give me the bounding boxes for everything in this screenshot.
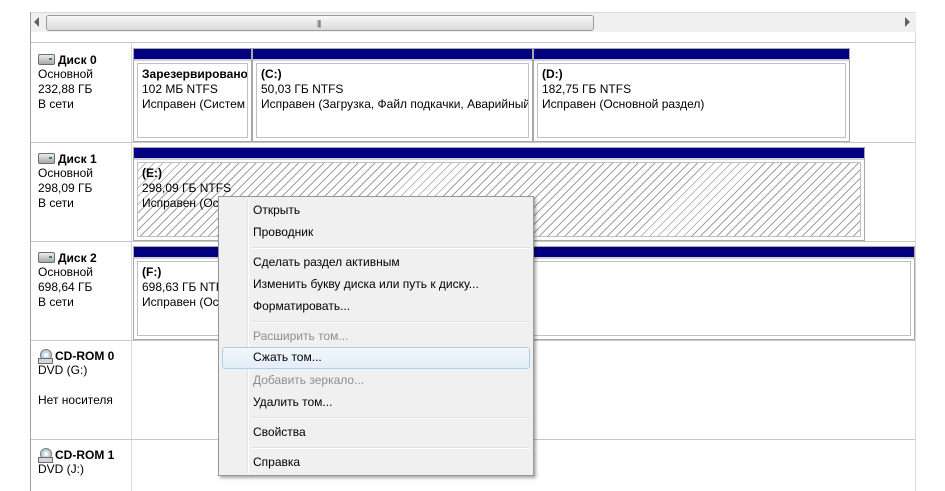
partition-size: 182,75 ГБ NTFS [542, 82, 632, 96]
disk-status: В сети [38, 97, 74, 111]
menu-item-delete-volume[interactable]: Удалить том... [222, 392, 530, 412]
disk-size: 232,88 ГБ [38, 82, 93, 96]
cdrom-media: Нет носителя [38, 393, 113, 407]
partition-reserved[interactable]: Зарезервировано 102 МБ NTFS Исправен (Си… [133, 48, 252, 142]
menu-separator [252, 447, 530, 449]
cdrom-drive: DVD (J:) [38, 462, 84, 476]
menu-separator [252, 247, 530, 249]
disk-type: Основной [38, 166, 94, 180]
disk-1-label[interactable]: Диск 1 Основной 298,09 ГБ В сети [38, 151, 138, 211]
menu-item-mark-active[interactable]: Сделать раздел активным [222, 252, 530, 272]
disk-title: Диск 0 [58, 52, 97, 67]
partition-name: (C:) [261, 67, 282, 81]
disk-type: Основной [38, 67, 94, 81]
cdrom-title: CD-ROM 0 [55, 348, 115, 363]
partition-bar [253, 49, 532, 61]
menu-item-change-drive-letter[interactable]: Изменить букву диска или путь к диску... [222, 274, 530, 294]
disk-size: 698,64 ГБ [38, 280, 93, 294]
cd-drive-icon [38, 348, 53, 364]
horizontal-scrollbar[interactable]: ||| [30, 12, 916, 32]
menu-item-open[interactable]: Открыть [222, 200, 530, 220]
disk-status: В сети [38, 295, 74, 309]
scrollbar-grip-icon: ||| [317, 19, 321, 28]
menu-item-add-mirror: Добавить зеркало... [253, 373, 365, 387]
partition-size: 50,03 ГБ NTFS [261, 82, 344, 96]
cdrom-1-label[interactable]: CD-ROM 1 DVD (J:) [38, 447, 138, 477]
partition-bar [534, 49, 849, 61]
frame-left-border [30, 12, 31, 491]
scrollbar-thumb[interactable]: ||| [46, 15, 594, 31]
partition-bar [134, 49, 251, 61]
row-divider [31, 42, 915, 43]
menu-item-format[interactable]: Форматировать... [222, 296, 530, 316]
menu-separator [252, 417, 530, 419]
partition-name: (D:) [542, 67, 563, 81]
frame-right-border [915, 31, 916, 491]
hard-disk-icon [38, 54, 55, 65]
cd-drive-icon [38, 447, 53, 463]
partition-bar [134, 148, 864, 160]
disk-2-label[interactable]: Диск 2 Основной 698,64 ГБ В сети [38, 250, 138, 310]
partition-status: Исправен (Систем [142, 97, 245, 111]
cdrom-0-label[interactable]: CD-ROM 0 DVD (G:) Нет носителя [38, 348, 138, 408]
partition-c[interactable]: (C:) 50,03 ГБ NTFS Исправен (Загрузка, Ф… [252, 48, 533, 142]
cdrom-title: CD-ROM 1 [55, 447, 115, 462]
partition-size: 298,09 ГБ NTFS [142, 181, 232, 195]
disk-size: 298,09 ГБ [38, 181, 93, 195]
context-menu: Открыть Проводник Сделать раздел активны… [218, 196, 534, 476]
partition-status: Исправен (Загрузка, Файл подкачки, Авари… [261, 97, 529, 111]
row-divider [31, 142, 915, 143]
partition-name: Зарезервировано [142, 67, 248, 81]
scroll-right-arrow-icon[interactable] [905, 17, 910, 27]
disk-title: Диск 1 [58, 151, 97, 166]
menu-item-extend-volume: Расширить том... [253, 329, 349, 343]
disk-status: В сети [38, 196, 74, 210]
scroll-left-arrow-icon[interactable] [34, 17, 39, 27]
hard-disk-icon [38, 252, 55, 263]
hard-disk-icon [38, 153, 55, 164]
partition-name: (E:) [142, 166, 162, 180]
menu-item-help[interactable]: Справка [222, 452, 530, 472]
partition-size: 102 МБ NTFS [142, 82, 218, 96]
disk-0-label[interactable]: Диск 0 Основной 232,88 ГБ В сети [38, 52, 138, 112]
disk-title: Диск 2 [58, 250, 97, 265]
menu-item-shrink-volume[interactable]: Сжать том... [222, 347, 530, 369]
partition-status: Исправен (Основной раздел) [542, 97, 705, 111]
disk-type: Основной [38, 265, 94, 279]
menu-item-properties[interactable]: Свойства [222, 422, 530, 442]
menu-separator [252, 321, 530, 323]
partition-d[interactable]: (D:) 182,75 ГБ NTFS Исправен (Основной р… [533, 48, 850, 142]
menu-item-explorer[interactable]: Проводник [222, 222, 530, 242]
cdrom-drive: DVD (G:) [38, 363, 88, 377]
